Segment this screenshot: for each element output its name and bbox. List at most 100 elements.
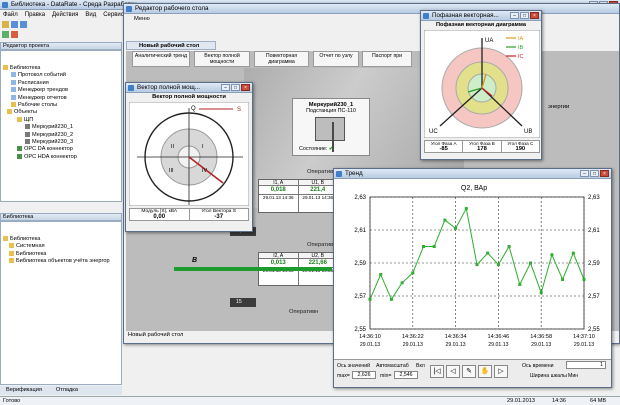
minimize-icon[interactable]: – [510, 12, 519, 19]
tab-verification[interactable]: Верификация [0, 386, 48, 395]
close-icon[interactable]: × [600, 170, 609, 177]
x-tick-date: 29.01.13 [531, 342, 551, 348]
tab-debug[interactable]: Отладка [50, 386, 84, 395]
tree-item[interactable]: Меркурий230_1 [3, 124, 77, 131]
folder-icon [3, 65, 8, 71]
prev-icon[interactable]: ◁ [446, 365, 460, 378]
folder-icon [9, 258, 14, 264]
passport-button[interactable]: Паспорт при [362, 51, 412, 67]
phasor-header: Пофазная векторная диаграмма [436, 22, 526, 28]
tree-item[interactable]: Менеджер отчетов [3, 95, 77, 102]
meter-icon [25, 138, 30, 144]
doc-icon [11, 94, 16, 100]
autoscale-label: Автомасштаб [376, 363, 409, 369]
data-point [539, 291, 543, 295]
folder-icon [9, 243, 14, 249]
autoscale-toggle[interactable]: Вкл [416, 363, 425, 369]
ua-label: UA [485, 38, 493, 44]
s-label: S [237, 107, 241, 113]
tree-item[interactable]: OPC DA коннектор [3, 146, 77, 153]
first-icon[interactable]: |◁ [430, 365, 444, 378]
tree-item[interactable]: Меркурий230_3 [3, 139, 77, 146]
data-point [561, 278, 565, 281]
quad-4: IV [202, 168, 208, 174]
analytic-trend-button[interactable]: Аналитический тренд [132, 51, 190, 67]
main-toolbar [2, 20, 112, 40]
maximize-icon[interactable]: □ [231, 84, 240, 91]
time-width-input[interactable]: 1 [566, 361, 606, 369]
tool-icon-2[interactable] [11, 21, 18, 28]
desktop-titlebar: Редактор рабочего стола [124, 4, 619, 14]
tool-icon-4[interactable] [2, 31, 9, 38]
y-tick-label-right: 2,55 [588, 327, 600, 333]
tool-icon-1[interactable] [2, 21, 9, 28]
pen-icon[interactable]: ✎ [462, 365, 476, 378]
tree-item[interactable]: Библиотека [3, 236, 110, 243]
phasor-diagram-button[interactable]: Повекторная диаграмма [254, 51, 309, 67]
data-point [379, 273, 383, 277]
menu-file[interactable]: Файл [3, 12, 18, 18]
data-point [411, 271, 415, 275]
close-icon[interactable]: × [530, 12, 539, 19]
connector-icon [17, 146, 22, 152]
library-pane: Библиотека Системная Библиотека Библиоте… [0, 221, 122, 385]
time-axis-label: Ось времени [522, 363, 554, 369]
y-tick-label-right: 2,61 [588, 228, 600, 234]
next-icon[interactable]: ▷ [494, 365, 508, 378]
data-point [496, 263, 500, 267]
tool-icon-3[interactable] [20, 21, 27, 28]
ub-label: UB [524, 129, 532, 135]
minimize-icon[interactable]: – [221, 84, 230, 91]
y-tick-label: 2,57 [354, 294, 366, 300]
scale-width-label: Ширина шкалы [530, 373, 567, 379]
x-tick-label: 14:36:34 [445, 334, 467, 340]
hand-icon[interactable]: ✋ [478, 365, 492, 378]
data-point [550, 253, 554, 257]
tree-item[interactable]: Менеджер трендов [3, 87, 77, 94]
menu-edit[interactable]: Правка [25, 12, 45, 18]
data-point [518, 282, 522, 286]
legend-ib: IB [518, 45, 524, 51]
ops-label-3: Оперативн [289, 309, 319, 315]
x-tick-label: 14:36:22 [402, 334, 424, 340]
tree-item[interactable]: Протокол событий [3, 72, 77, 79]
phasor-titlebar: Пофазная векторная... – □ × [421, 11, 541, 21]
data-point [475, 263, 479, 267]
tree-item[interactable]: Меркурий230_2 [3, 132, 77, 139]
tree-item[interactable]: Библиотека объектов учёта энергор [3, 258, 110, 265]
vector-diagram: Q S II I III IV [129, 102, 249, 206]
tree-item[interactable]: Расписания [3, 80, 77, 87]
tree-item[interactable]: Системная [3, 243, 110, 250]
tree-item[interactable]: Рабочие столы [3, 102, 77, 109]
y-tick-label-right: 2,59 [588, 261, 600, 267]
trend-controls: Ось значений Автомасштаб Вкл max= 2,626 … [334, 359, 611, 387]
menu-service[interactable]: Сервис [103, 12, 124, 18]
max-input[interactable]: 2,626 [352, 371, 376, 379]
min-input[interactable]: 2,546 [394, 371, 418, 379]
chart-title: Q2, ВАр [461, 185, 487, 192]
maximize-icon[interactable]: □ [520, 12, 529, 19]
power-vector-button[interactable]: Вектор полной мощности [194, 51, 250, 67]
maximize-icon[interactable]: □ [590, 170, 599, 177]
unit-label: Мин [568, 373, 579, 379]
desktop-menu[interactable]: Меню [134, 16, 150, 22]
doc-icon [11, 72, 16, 78]
x-tick-date: 29.01.13 [360, 342, 380, 348]
tree-item[interactable]: Библиотека [3, 251, 110, 258]
tree-item[interactable]: Объекты [3, 109, 77, 116]
tree-item[interactable]: OPC HDA коннектор [3, 154, 77, 161]
meter-block[interactable]: Меркурий230_1 Подстанция ПС-110 Состояни… [292, 98, 370, 156]
close-icon[interactable]: × [241, 84, 250, 91]
menu-view[interactable]: Вид [85, 12, 96, 18]
status-date: 29.01.2013 [507, 398, 535, 404]
minimize-icon[interactable]: – [580, 170, 589, 177]
min-label: min= [380, 373, 392, 379]
app-icon [2, 2, 8, 8]
tool-icon-5[interactable] [11, 31, 18, 38]
data-point [454, 226, 458, 230]
trend-title: Тренд [345, 170, 363, 177]
data-point [389, 297, 393, 301]
x-tick-label: 14:36:58 [530, 334, 552, 340]
menu-actions[interactable]: Действия [52, 12, 78, 18]
node-report-button[interactable]: Отчет по узлу [313, 51, 359, 67]
